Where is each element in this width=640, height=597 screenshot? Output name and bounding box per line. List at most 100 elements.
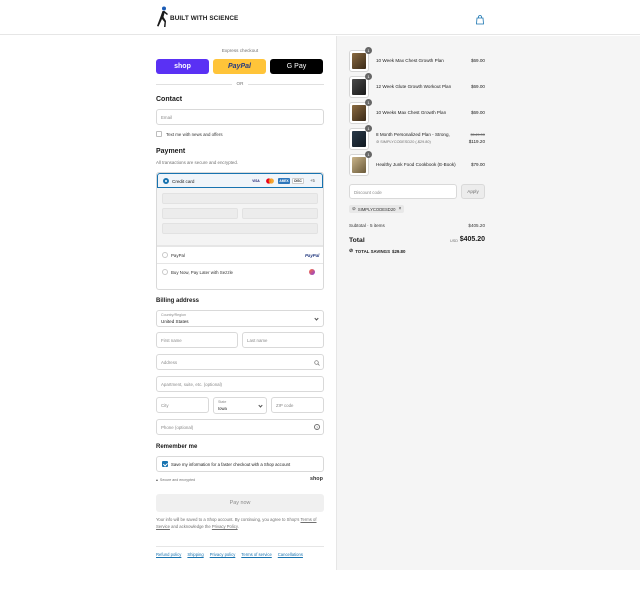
header: BUILT WITH SCIENCE [0,0,640,35]
city-placeholder: City [161,403,169,408]
cart-item: 1 12 Week Glute Growth Workout Plan $69.… [349,73,485,100]
phone-field[interactable]: Phone (optional) ? [156,419,324,435]
item-name: 10 Weeks Max Chest Growth Plan [376,110,447,115]
brand-logo[interactable]: BUILT WITH SCIENCE [156,6,238,28]
mastercard-icon [264,178,276,184]
credit-card-label: Credit card [172,179,195,184]
security-code-input[interactable] [242,208,318,219]
item-name: 8 Month Personalized Plan - Strong, [376,132,450,137]
state-label: State [218,400,227,404]
item-price: $119.20 [468,139,485,144]
country-label: Country/Region [161,313,186,317]
country-select[interactable]: Country/Region United States [156,310,324,327]
help-icon[interactable]: ? [314,424,320,430]
payment-methods: Credit card VISA AMEX DISC +5 PayPal Pay… [156,172,324,290]
credit-card-radio[interactable] [163,178,169,184]
tag-icon: ⊘ [376,140,380,144]
pay-now-button[interactable]: Pay now [156,494,324,512]
remember-me-heading: Remember me [156,444,198,450]
privacy-policy-link[interactable]: Privacy Policy [212,524,238,529]
email-field[interactable]: Email [156,109,324,125]
cancellations-link[interactable]: Cancellations [278,552,303,557]
total-label: Total [349,237,365,244]
zip-code-field[interactable]: ZIP code [271,397,324,413]
last-name-field[interactable]: Last name [242,332,324,348]
paypal-option-label: PayPal [171,253,185,258]
tag-icon: ⊘ [352,206,356,211]
shop-logo: shop [310,476,323,482]
expiration-date-input[interactable] [162,208,238,219]
cart-item: 1 10 Week Max Chest Growth Plan $69.00 [349,47,485,74]
tag-icon: ⊘ [349,248,354,254]
discount-note: ⊘ SIMPLYCODESD20 (-$29.80) [376,139,431,145]
address-placeholder: Address [161,360,178,365]
runner-logo-icon [157,6,168,27]
total-savings: ⊘ TOTAL SAVINGS $29.80 [349,248,405,254]
city-field[interactable]: City [156,397,209,413]
terms-of-service-footer-link[interactable]: Terms of service [241,552,271,557]
apartment-field[interactable]: Apartment, suite, etc. (optional) [156,376,324,392]
sezzle-option[interactable]: Buy Now, Pay Later with Sezzle [157,263,323,280]
cart-item: 1 8 Month Personalized Plan - Strong, ⊘ … [349,125,485,150]
apply-discount-button[interactable]: Apply [461,184,485,199]
phone-placeholder: Phone (optional) [161,425,194,430]
google-pay-button[interactable]: G Pay [270,59,323,74]
or-divider: OR [156,80,324,88]
paypal-option[interactable]: PayPal PayPal [157,246,323,263]
shop-pay-button[interactable]: shop [156,59,209,74]
chevron-down-icon [314,316,319,321]
shop-account-notice: Your info will be saved to a Shop accoun… [156,517,317,529]
footer-links: Refund policy Shipping Privacy policy Te… [156,552,303,557]
secure-notice: 🔒︎ Secure and encrypted [156,478,195,482]
total-value: $405.20 [459,236,485,243]
sezzle-icon [309,269,315,275]
refund-policy-link[interactable]: Refund policy [156,552,181,557]
or-text: OR [236,81,244,86]
billing-heading: Billing address [156,298,200,304]
shipping-link[interactable]: Shipping [187,552,203,557]
item-name: 12 Week Glute Growth Workout Plan [376,84,452,89]
quantity-badge: 1 [365,47,372,54]
first-name-placeholder: First name [161,338,182,343]
shopping-bag-icon[interactable] [475,12,485,30]
discount-code-text: SIMPLYCODESD20 [357,206,396,212]
address-field[interactable]: Address [156,354,324,370]
item-price: $69.00 [470,110,485,115]
paypal-logo: PayPal [305,253,320,258]
newsletter-checkbox[interactable] [156,131,162,137]
apartment-placeholder: Apartment, suite, etc. (optional) [161,382,223,387]
quantity-badge: 1 [365,73,372,80]
name-on-card-input[interactable] [162,223,318,234]
contact-heading: Contact [156,96,183,103]
save-info-box: Save my information for a faster checkou… [156,456,324,472]
save-info-checkbox[interactable] [162,461,168,467]
savings-label: TOTAL SAVINGS [355,248,391,254]
discount-code-input[interactable]: Discount code [349,184,457,199]
paypal-radio[interactable] [162,252,168,258]
state-select[interactable]: State Iowa [213,397,267,414]
paypal-button[interactable]: PayPal [213,59,266,74]
item-name: 10 Week Max Chest Growth Plan [376,58,444,63]
item-name: Healthy Junk Food Cookbook (E-Book) [376,162,456,167]
credit-card-option[interactable]: Credit card VISA AMEX DISC +5 [157,173,323,188]
card-details-form [157,188,323,246]
secure-label: Secure and encrypted [159,478,196,482]
newsletter-label: Text me with news and offers [166,132,223,137]
sezzle-radio[interactable] [162,269,168,275]
more-cards-badge: +5 [310,178,315,183]
remove-discount-icon[interactable]: × [398,206,401,212]
quantity-badge: 1 [365,125,372,132]
savings-value: $29.80 [392,248,406,254]
subtotal-value: $405.20 [468,223,485,228]
amex-icon: AMEX [278,178,290,184]
search-icon [314,360,320,366]
card-number-input[interactable] [162,193,318,204]
privacy-policy-footer-link[interactable]: Privacy policy [210,552,236,557]
original-price: $149.00 [470,132,485,137]
payment-subtitle: All transactions are secure and encrypte… [156,160,239,165]
footer-divider [156,546,324,547]
item-price: $69.00 [470,84,485,89]
quantity-badge: 1 [365,151,372,158]
first-name-field[interactable]: First name [156,332,238,348]
state-value: Iowa [218,406,227,411]
